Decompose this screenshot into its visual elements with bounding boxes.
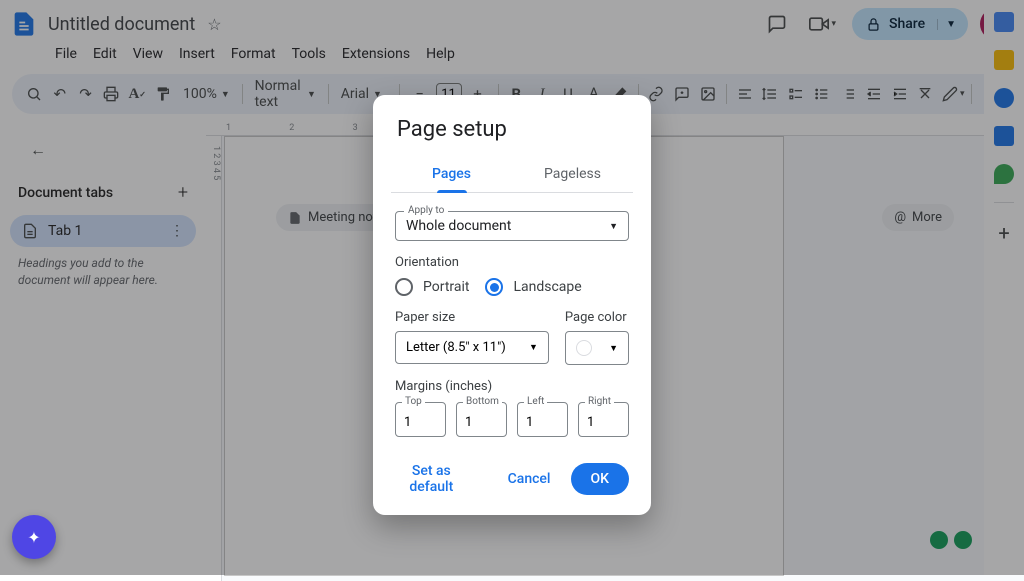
- tab-pageless[interactable]: Pageless: [512, 156, 633, 192]
- portrait-label: Portrait: [423, 279, 469, 295]
- color-swatch: [576, 340, 592, 356]
- landscape-label: Landscape: [513, 279, 581, 295]
- cancel-button[interactable]: Cancel: [508, 471, 551, 487]
- margin-left-field[interactable]: Left: [517, 402, 568, 437]
- tab-pages[interactable]: Pages: [391, 156, 512, 192]
- chevron-down-icon: ▼: [609, 221, 618, 232]
- ai-fab-icon[interactable]: ✦: [12, 515, 56, 559]
- page-setup-dialog: Page setup Pages Pageless Apply to Whole…: [373, 95, 651, 515]
- dialog-title: Page setup: [373, 117, 651, 156]
- paper-size-select[interactable]: Letter (8.5" x 11") ▼: [395, 331, 549, 364]
- apply-to-select[interactable]: Apply to Whole document▼: [395, 211, 629, 241]
- margin-right-field[interactable]: Right: [578, 402, 629, 437]
- margin-bottom-field[interactable]: Bottom: [456, 402, 507, 437]
- ok-button[interactable]: OK: [571, 463, 630, 495]
- margin-bottom-input[interactable]: [465, 415, 498, 430]
- orientation-label: Orientation: [373, 255, 651, 278]
- margin-top-field[interactable]: Top: [395, 402, 446, 437]
- orientation-landscape-radio[interactable]: [485, 278, 503, 296]
- margin-top-input[interactable]: [404, 415, 437, 430]
- margin-right-input[interactable]: [587, 415, 620, 430]
- chevron-down-icon: ▼: [529, 342, 538, 353]
- margin-left-input[interactable]: [526, 415, 559, 430]
- orientation-portrait-radio[interactable]: [395, 278, 413, 296]
- page-color-label: Page color: [565, 310, 629, 325]
- chevron-down-icon: ▼: [609, 343, 618, 354]
- set-default-button[interactable]: Set as default: [395, 463, 468, 495]
- page-color-select[interactable]: ▼: [565, 331, 629, 365]
- apply-to-label: Apply to: [404, 205, 448, 216]
- paper-size-label: Paper size: [395, 310, 549, 325]
